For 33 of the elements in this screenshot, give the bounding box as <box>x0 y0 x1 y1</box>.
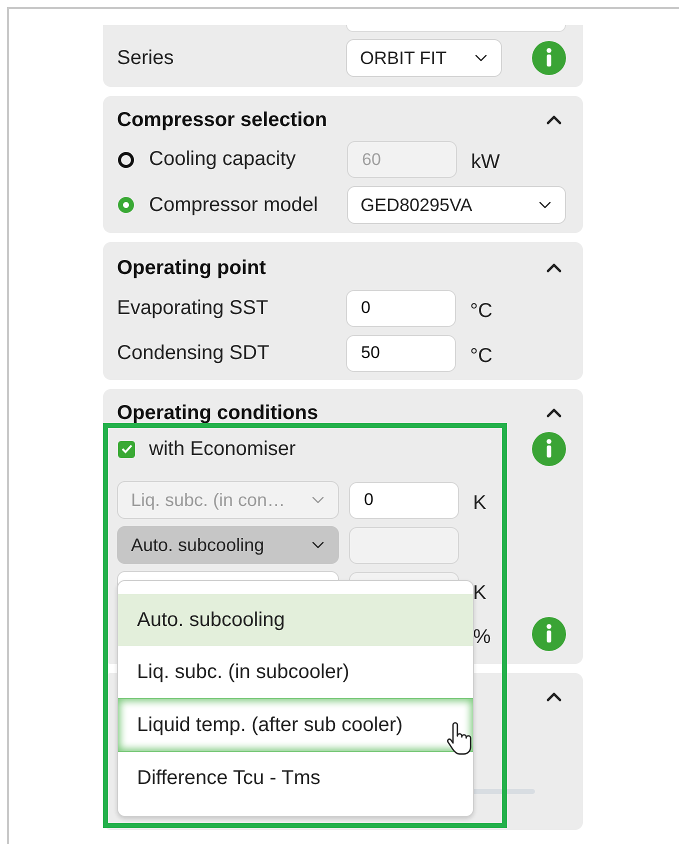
unit-label: K <box>473 492 486 514</box>
input-field[interactable] <box>346 25 566 32</box>
checkbox-label: with Economiser <box>149 438 296 460</box>
radio-button[interactable] <box>118 152 134 168</box>
menu-option[interactable]: Liq. subc. (in subcooler) <box>118 646 473 698</box>
unit-label: K <box>473 582 486 604</box>
checkmark-icon <box>120 444 132 454</box>
info-icon[interactable] <box>532 41 566 75</box>
series-select[interactable]: ORBIT FIT <box>346 39 502 77</box>
section-title: Operating point <box>117 256 267 280</box>
option-label: Compressor model <box>149 194 319 216</box>
unit-label: kW <box>471 151 500 174</box>
info-icon[interactable] <box>532 432 566 466</box>
field-label: Evaporating SST <box>117 296 270 320</box>
input-field[interactable]: 50 <box>346 334 456 372</box>
model-select[interactable]: GED80295VA <box>346 186 566 224</box>
unit-label: °C <box>470 344 492 368</box>
field-label: Condensing SDT <box>117 342 270 364</box>
menu-option[interactable]: Difference Tcu - Tms <box>118 752 473 804</box>
checkbox[interactable] <box>118 440 135 458</box>
input-field[interactable] <box>349 526 459 564</box>
option-label: Cooling capacity <box>149 148 297 171</box>
section-title: Compressor selection <box>117 108 328 132</box>
menu-option[interactable]: Auto. subcooling <box>118 594 473 646</box>
unit-label: % <box>473 626 491 648</box>
section-title: Operating conditions <box>117 402 320 424</box>
unit-label: °C <box>470 300 492 322</box>
radio-button[interactable] <box>118 197 134 213</box>
field-label: Series <box>117 46 175 70</box>
input-field[interactable]: 0 <box>346 290 456 326</box>
mode-select[interactable]: Auto. subcooling <box>117 526 339 564</box>
menu-option[interactable]: Liquid temp. (after sub cooler) <box>118 698 473 752</box>
info-icon[interactable] <box>532 617 566 651</box>
